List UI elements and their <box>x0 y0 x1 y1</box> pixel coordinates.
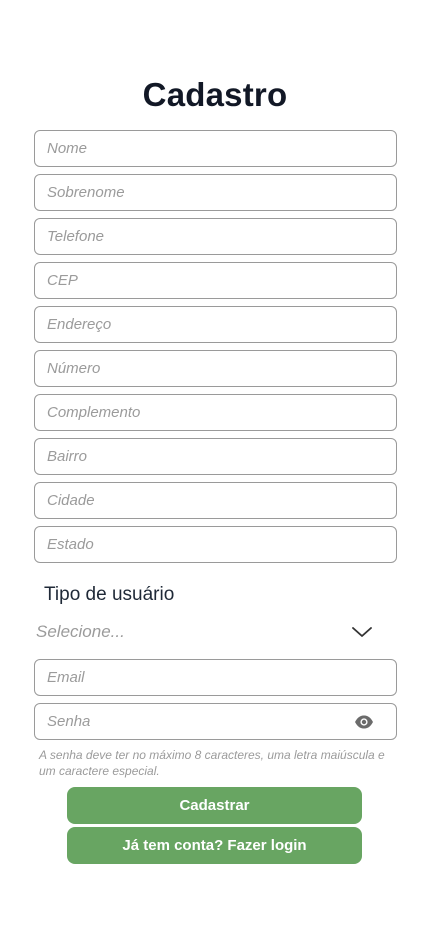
neighborhood-field[interactable] <box>34 438 397 475</box>
state-input[interactable] <box>47 527 396 562</box>
state-field[interactable] <box>34 526 397 563</box>
name-input[interactable] <box>47 131 396 166</box>
password-field[interactable] <box>34 703 397 740</box>
cep-field[interactable] <box>34 262 397 299</box>
login-link-button[interactable]: Já tem conta? Fazer login <box>67 827 362 864</box>
user-type-label: Tipo de usuário <box>44 584 175 605</box>
number-input[interactable] <box>47 351 396 386</box>
page-title: Cadastro <box>142 76 288 113</box>
surname-field[interactable] <box>34 174 397 211</box>
city-input[interactable] <box>47 483 396 518</box>
email-field[interactable] <box>34 659 397 696</box>
phone-field[interactable] <box>34 218 397 255</box>
password-hint: A senha deve ter no máximo 8 caracteres,… <box>39 748 385 778</box>
chevron-down-icon <box>352 627 372 637</box>
address-input[interactable] <box>47 307 396 342</box>
surname-input[interactable] <box>47 175 396 210</box>
address-field[interactable] <box>34 306 397 343</box>
name-field[interactable] <box>34 130 397 167</box>
phone-input[interactable] <box>47 219 396 254</box>
number-field[interactable] <box>34 350 397 387</box>
cep-input[interactable] <box>47 263 396 298</box>
city-field[interactable] <box>34 482 397 519</box>
eye-icon[interactable] <box>354 713 374 731</box>
neighborhood-input[interactable] <box>47 439 396 474</box>
user-type-selected-value: Selecione... <box>36 622 125 641</box>
user-type-select[interactable]: Selecione... <box>36 618 381 646</box>
password-input[interactable] <box>47 704 396 739</box>
complement-input[interactable] <box>47 395 396 430</box>
email-input[interactable] <box>47 660 396 695</box>
signup-button[interactable]: Cadastrar <box>67 787 362 824</box>
complement-field[interactable] <box>34 394 397 431</box>
